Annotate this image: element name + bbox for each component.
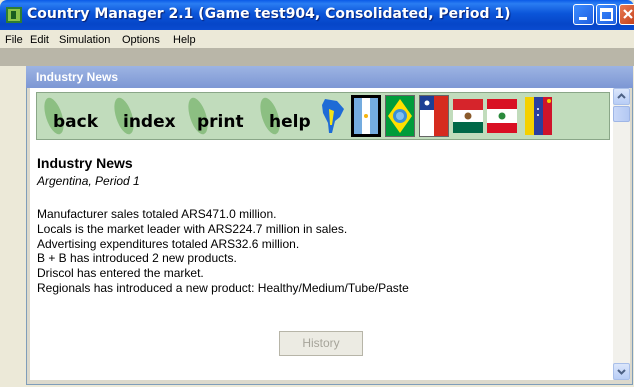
- nav-toolbar: back index print help: [36, 92, 610, 140]
- menu-simulation[interactable]: Simulation: [59, 34, 110, 46]
- scroll-thumb[interactable]: [613, 106, 630, 122]
- news-line: B + B has introduced 2 new products.: [37, 251, 237, 266]
- peru-flag-icon[interactable]: [487, 95, 517, 137]
- menu-options[interactable]: Options: [122, 34, 160, 46]
- chile-flag-icon[interactable]: [419, 95, 449, 137]
- inner-window-title-bar[interactable]: Industry News: [26, 66, 633, 88]
- argentina-flag-icon[interactable]: [351, 95, 381, 137]
- chevron-down-icon: [617, 369, 626, 375]
- menu-help[interactable]: Help: [173, 34, 196, 46]
- menu-edit[interactable]: Edit: [30, 34, 49, 46]
- help-label: help: [269, 112, 311, 132]
- index-button[interactable]: index: [113, 93, 179, 139]
- vertical-scrollbar[interactable]: [613, 88, 630, 380]
- news-line: Locals is the market leader with ARS224.…: [37, 221, 348, 236]
- maximize-icon: [600, 8, 613, 21]
- close-button[interactable]: [619, 4, 634, 25]
- help-button[interactable]: help: [259, 93, 315, 139]
- venezuela-flag-icon[interactable]: [523, 95, 553, 137]
- index-label: index: [123, 112, 176, 132]
- title-bar[interactable]: Country Manager 2.1 (Game test904, Conso…: [0, 0, 634, 30]
- report-subheading: Argentina, Period 1: [37, 174, 140, 188]
- minimize-icon: [579, 17, 587, 20]
- maximize-button[interactable]: [596, 4, 617, 25]
- print-button[interactable]: print: [187, 93, 247, 139]
- scroll-down-button[interactable]: [613, 363, 630, 380]
- news-line: Manufacturer sales totaled ARS471.0 mill…: [37, 207, 277, 221]
- inner-window-title: Industry News: [36, 70, 119, 84]
- news-line: Driscol has entered the market.: [37, 266, 204, 281]
- back-label: back: [53, 112, 99, 132]
- app-window: Country Manager 2.1 (Game test904, Conso…: [0, 0, 634, 387]
- menu-bar: File Edit Simulation Options Help: [0, 31, 634, 48]
- minimize-button[interactable]: [573, 4, 594, 25]
- mexico-flag-icon[interactable]: [453, 95, 483, 137]
- back-button[interactable]: back: [43, 93, 103, 139]
- brazil-flag-icon[interactable]: [385, 95, 415, 137]
- close-icon: [623, 9, 633, 19]
- news-line: Regionals has introduced a new product: …: [37, 280, 409, 295]
- menu-file[interactable]: File: [5, 34, 23, 46]
- window-title: Country Manager 2.1 (Game test904, Conso…: [27, 6, 511, 22]
- news-line: Advertising expenditures totaled ARS32.6…: [37, 236, 300, 251]
- south-america-map-icon[interactable]: [317, 95, 347, 137]
- app-globe-icon: [6, 7, 22, 23]
- print-label: print: [197, 112, 244, 132]
- scroll-up-button[interactable]: [613, 88, 630, 105]
- report-heading: Industry News: [37, 155, 133, 171]
- history-button[interactable]: History: [279, 331, 363, 356]
- chevron-up-icon: [617, 93, 626, 99]
- toolbar-strip: [0, 48, 634, 66]
- news-list: Manufacturer sales totaled ARS471.0 mill…: [37, 207, 409, 296]
